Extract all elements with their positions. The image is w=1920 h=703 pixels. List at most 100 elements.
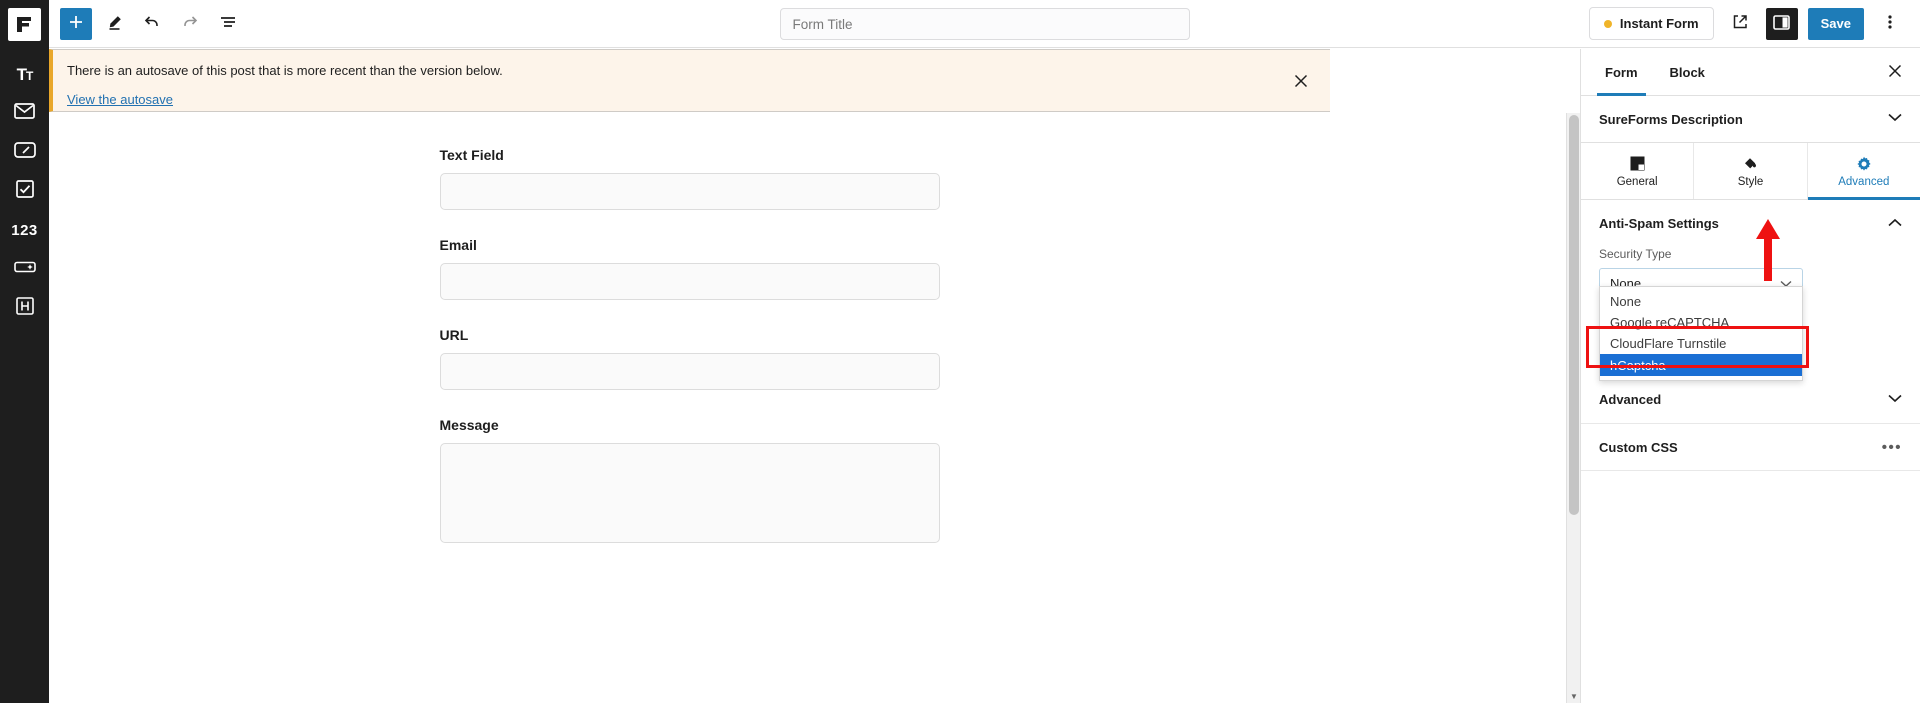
form-field-text: Text Field — [439, 147, 940, 210]
close-icon — [1293, 73, 1309, 94]
tab-block[interactable]: Block — [1654, 49, 1721, 96]
checkbox-icon — [15, 180, 34, 203]
editor-root: TT 123 Form Title Instant Form Save Ther… — [0, 0, 1920, 703]
editor-toolbar: Instant Form Save — [49, 0, 1920, 48]
rail-item-heading[interactable] — [0, 289, 49, 328]
dropdown-option-cloudflare-turnstile[interactable]: CloudFlare Turnstile — [1600, 333, 1802, 354]
chevron-down-icon — [1888, 394, 1902, 406]
settings-sidebar: Form Block SureForms Description General… — [1580, 49, 1920, 703]
dropdown-option-none[interactable]: None — [1600, 291, 1802, 312]
rail-item-email[interactable] — [0, 94, 49, 133]
segment-advanced[interactable]: Advanced — [1807, 143, 1920, 200]
close-icon — [1887, 63, 1903, 84]
rail-item-input-magic[interactable] — [0, 250, 49, 289]
rail-item-text-field[interactable]: TT — [0, 55, 49, 94]
toolbar-left-group — [49, 7, 244, 40]
ellipsis-icon[interactable]: ••• — [1882, 439, 1902, 456]
undo-arrow-icon — [143, 13, 161, 34]
sureforms-logo[interactable] — [8, 8, 41, 41]
editor-canvas: Text Field Email URL Message — [49, 113, 1330, 703]
pencil-icon — [106, 14, 123, 34]
view-autosave-link[interactable]: View the autosave — [67, 92, 173, 107]
instant-form-label: Instant Form — [1619, 16, 1699, 31]
save-button[interactable]: Save — [1807, 7, 1864, 40]
external-link-icon — [1732, 14, 1748, 33]
segment-style-label: Style — [1737, 175, 1764, 188]
autosave-notice-text: There is an autosave of this post that i… — [67, 63, 503, 78]
custom-css-row[interactable]: Custom CSS ••• — [1581, 423, 1920, 471]
dropdown-option-google-recaptcha[interactable]: Google reCAPTCHA — [1600, 312, 1802, 333]
plus-icon — [68, 14, 84, 33]
more-options-button[interactable] — [1874, 8, 1906, 40]
url-field-input[interactable] — [439, 353, 940, 390]
security-type-label: Security Type — [1599, 247, 1672, 261]
undo-button[interactable] — [136, 8, 168, 40]
paint-bucket-icon — [1742, 155, 1759, 173]
form-title-input[interactable] — [779, 8, 1190, 40]
panel-title: SureForms Description — [1599, 111, 1743, 127]
redo-button[interactable] — [174, 8, 206, 40]
add-block-button[interactable] — [60, 7, 92, 40]
security-type-dropdown[interactable]: None Google reCAPTCHA CloudFlare Turnsti… — [1599, 286, 1803, 381]
option-label: hCaptcha — [1610, 357, 1666, 373]
tab-form[interactable]: Form — [1589, 49, 1654, 96]
input-spark-icon — [13, 260, 36, 279]
list-view-icon — [219, 14, 237, 33]
heading-icon — [15, 297, 34, 320]
status-dot-icon — [1603, 19, 1612, 28]
email-field-input[interactable] — [439, 263, 940, 300]
sureforms-description-panel[interactable]: SureForms Description — [1581, 96, 1920, 143]
number-icon: 123 — [11, 222, 38, 239]
segment-advanced-label: Advanced — [1838, 175, 1890, 188]
more-vertical-icon — [1888, 14, 1892, 33]
segment-style[interactable]: Style — [1694, 143, 1808, 199]
form-field-url: URL — [439, 327, 940, 390]
option-label: CloudFlare Turnstile — [1610, 336, 1727, 351]
gear-icon — [1856, 155, 1872, 173]
field-label-email: Email — [439, 237, 477, 253]
settings-sidebar-toggle[interactable] — [1765, 7, 1798, 40]
sidebar-close-button[interactable] — [1884, 62, 1906, 84]
message-field-input[interactable] — [439, 443, 940, 543]
anti-spam-settings-header[interactable]: Anti-Spam Settings — [1581, 200, 1920, 247]
scroll-down-arrow-icon[interactable]: ▼ — [1567, 689, 1581, 703]
canvas-scrollbar[interactable]: ▲ ▼ — [1566, 113, 1580, 703]
rail-item-url[interactable] — [0, 133, 49, 172]
advanced-section-title: Advanced — [1599, 392, 1662, 407]
view-form-button[interactable] — [1724, 8, 1756, 40]
block-inserter-rail: TT 123 — [0, 0, 49, 703]
anti-spam-title: Anti-Spam Settings — [1599, 216, 1719, 231]
redo-arrow-icon — [181, 13, 199, 34]
notice-close-button[interactable] — [1290, 72, 1312, 94]
advanced-section-header[interactable]: Advanced — [1581, 376, 1920, 423]
field-label-text: Text Field — [439, 147, 504, 163]
chevron-up-icon — [1888, 218, 1902, 230]
sidebar-tabs: Form Block — [1581, 49, 1920, 96]
scrollbar-thumb[interactable] — [1569, 115, 1579, 515]
rail-item-number[interactable]: 123 — [0, 211, 49, 250]
form-preview: Text Field Email URL Message — [49, 113, 1330, 548]
custom-css-title: Custom CSS — [1599, 439, 1678, 455]
envelope-icon — [14, 103, 35, 124]
segment-general-label: General — [1616, 175, 1658, 188]
instant-form-button[interactable]: Instant Form — [1588, 7, 1714, 40]
text-icon: TT — [16, 64, 34, 84]
tab-form-label: Form — [1605, 64, 1638, 80]
toolbar-right-group: Instant Form Save — [1588, 7, 1920, 40]
option-label: Google reCAPTCHA — [1610, 315, 1730, 330]
general-square-icon — [1630, 155, 1645, 173]
url-box-icon — [13, 142, 36, 163]
dropdown-option-hcaptcha[interactable]: hCaptcha — [1600, 354, 1802, 376]
form-field-message: Message — [439, 417, 940, 548]
option-label: None — [1610, 294, 1642, 309]
text-field-input[interactable] — [439, 173, 940, 210]
document-overview-button[interactable] — [212, 8, 244, 40]
rail-item-checkbox[interactable] — [0, 172, 49, 211]
block-settings-segments: General Style Advanced — [1581, 143, 1920, 200]
autosave-notice: There is an autosave of this post that i… — [49, 49, 1330, 112]
sidebar-toggle-icon — [1773, 14, 1790, 33]
tab-block-label: Block — [1669, 64, 1705, 80]
segment-general[interactable]: General — [1581, 143, 1695, 199]
form-field-email: Email — [439, 237, 940, 300]
edit-tool-button[interactable] — [98, 8, 130, 40]
